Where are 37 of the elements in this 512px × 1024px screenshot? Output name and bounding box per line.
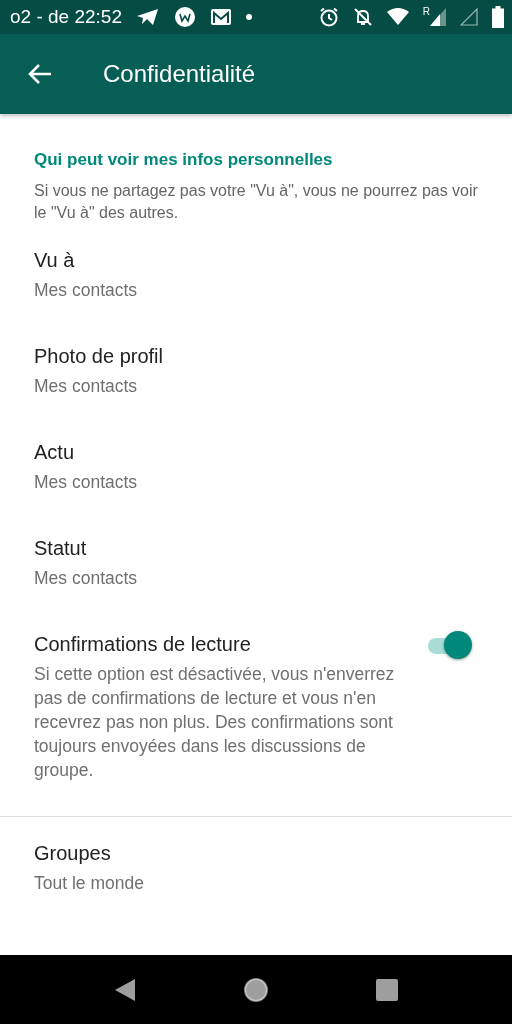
item-value: Mes contacts bbox=[34, 375, 138, 398]
item-title: Photo de profil bbox=[34, 344, 163, 369]
item-value: Mes contacts bbox=[34, 471, 138, 494]
wifi-icon bbox=[386, 8, 409, 26]
item-description: Si cette option est désactivée, vous n'enverrez pas de confirmations de lecture et vous n'en recevrez pas non plus. Des confirmations sont toujours envoyées dans les discussions de groupe. bbox=[34, 663, 396, 782]
toggle-switch[interactable] bbox=[426, 630, 474, 660]
mail-icon bbox=[210, 8, 232, 26]
recents-nav-icon[interactable] bbox=[376, 978, 398, 1001]
item-title: Confirmations de lecture bbox=[34, 632, 252, 657]
settings-item[interactable]: Actu Mes contacts bbox=[0, 416, 512, 512]
dot-icon bbox=[246, 14, 252, 20]
section-description: Si vous ne partagez pas votre "Vu à", vous ne pourrez pas voir le "Vu à" des autres. bbox=[33, 181, 479, 223]
roaming-label: R bbox=[422, 6, 430, 17]
settings-item[interactable]: Groupes Tout le monde bbox=[0, 817, 512, 913]
signal-icon bbox=[460, 8, 478, 26]
battery-icon bbox=[492, 6, 504, 28]
section-header: Qui peut voir mes infos personnelles bbox=[33, 149, 334, 170]
signal-icon bbox=[430, 8, 446, 26]
back-nav-icon[interactable] bbox=[114, 977, 136, 1002]
item-title: Groupes bbox=[34, 841, 111, 866]
item-value: Mes contacts bbox=[34, 279, 138, 302]
settings-item[interactable]: Statut Mes contacts bbox=[0, 512, 512, 608]
item-title: Actu bbox=[34, 440, 75, 465]
screen-title: Confidentialité bbox=[103, 60, 256, 88]
item-title: Vu à bbox=[34, 248, 75, 273]
back-button[interactable] bbox=[27, 63, 53, 85]
carrier-time: o2 - de 22:52 bbox=[10, 6, 122, 28]
circle-app-icon bbox=[174, 6, 196, 28]
alarm-icon bbox=[318, 7, 339, 27]
home-nav-icon[interactable] bbox=[242, 975, 270, 1004]
item-title: Statut bbox=[34, 536, 87, 561]
item-value: Tout le monde bbox=[34, 872, 144, 895]
settings-item[interactable]: Photo de profil Mes contacts bbox=[0, 320, 512, 416]
bell-off-icon bbox=[352, 7, 373, 27]
settings-item[interactable]: Vu à Mes contacts bbox=[0, 224, 512, 320]
item-value: Mes contacts bbox=[34, 567, 138, 590]
paper-plane-icon bbox=[136, 7, 160, 27]
